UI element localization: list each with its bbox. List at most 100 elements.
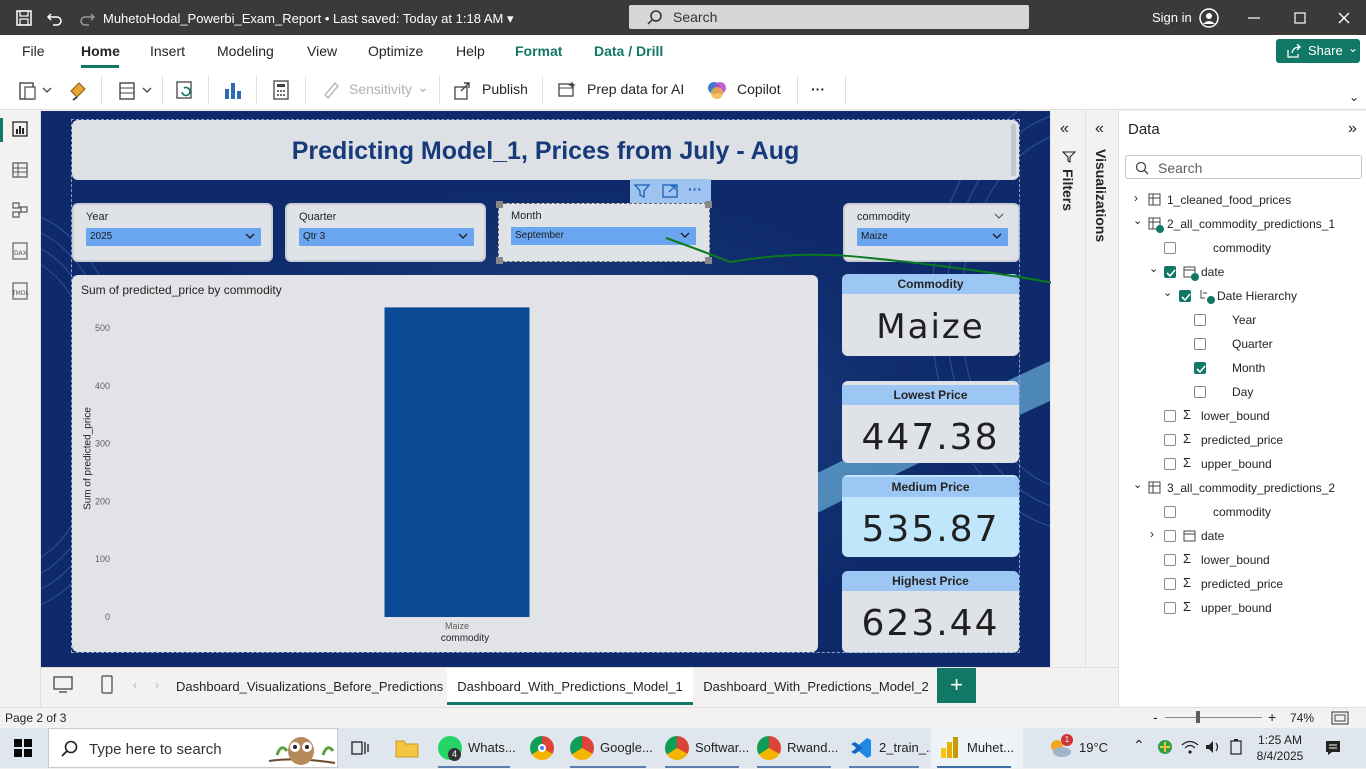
field-commodity[interactable]: commodity [1119, 237, 1366, 259]
ribbon-collapse-icon[interactable]: ⌄ [1349, 90, 1359, 104]
field-checkbox[interactable] [1164, 458, 1176, 470]
copilot-icon[interactable] [706, 79, 728, 101]
format-painter-icon[interactable] [67, 79, 89, 101]
next-page-icon[interactable]: › [155, 678, 159, 692]
tab-modeling[interactable]: Modeling [217, 43, 274, 59]
account-icon[interactable] [1199, 8, 1219, 28]
title-search-box[interactable]: Search [629, 5, 1029, 29]
field-checkbox[interactable] [1194, 314, 1206, 326]
get-data-icon[interactable] [117, 79, 155, 101]
field-checkbox[interactable] [1164, 602, 1176, 614]
expand-filters-icon[interactable]: « [1060, 120, 1069, 138]
field-checkbox[interactable] [1164, 554, 1176, 566]
taskbar-app-rwanda[interactable]: Rwand... [751, 728, 843, 768]
paste-icon[interactable] [17, 79, 55, 101]
window-title[interactable]: MuhetoHodal_Powerbi_Exam_Report • Last s… [103, 11, 513, 27]
tab-optimize[interactable]: Optimize [368, 43, 423, 59]
taskbar-app-google[interactable]: Google... [564, 728, 659, 768]
clock-date[interactable]: 8/4/2025 [1256, 749, 1304, 763]
field-checkbox[interactable] [1164, 242, 1176, 254]
publish-button[interactable]: Publish [482, 81, 528, 97]
field-commodity-2[interactable]: commodity [1119, 501, 1366, 523]
field-checkbox-checked[interactable] [1164, 266, 1176, 278]
tab-data-drill[interactable]: Data / Drill [594, 43, 663, 59]
battery-icon[interactable] [1229, 739, 1243, 755]
field-predicted-price[interactable]: Σ predicted_price [1119, 429, 1366, 451]
page-tab-2[interactable]: Dashboard_With_Predictions_Model_1 [447, 668, 693, 705]
undo-icon[interactable] [45, 8, 65, 28]
task-view-icon[interactable] [350, 738, 370, 758]
field-checkbox[interactable] [1164, 410, 1176, 422]
field-month[interactable]: Month [1119, 357, 1366, 379]
expand-visualizations-icon[interactable]: « [1095, 120, 1104, 138]
field-checkbox[interactable] [1164, 434, 1176, 446]
report-canvas[interactable]: Predicting Model_1, Prices from July - A… [41, 111, 1050, 667]
refresh-icon[interactable] [174, 79, 196, 101]
save-icon[interactable] [14, 8, 34, 28]
prev-page-icon[interactable]: ‹ [133, 678, 137, 692]
field-checkbox[interactable] [1164, 506, 1176, 518]
taskbar-app-powerbi[interactable]: Muhet... [931, 728, 1023, 768]
tab-file[interactable]: File [22, 43, 45, 59]
field-checkbox-checked[interactable] [1194, 362, 1206, 374]
chevron-right-icon[interactable]: › [1150, 527, 1154, 541]
table-view-icon[interactable] [11, 161, 29, 179]
model-view-icon[interactable] [11, 201, 29, 219]
calculator-icon[interactable] [270, 79, 292, 101]
field-checkbox[interactable] [1164, 530, 1176, 542]
field-date-2[interactable]: › date [1119, 525, 1366, 547]
redo-icon[interactable] [77, 8, 97, 28]
weather-icon[interactable]: 1 [1047, 734, 1073, 760]
volume-icon[interactable] [1204, 739, 1222, 755]
field-checkbox[interactable] [1194, 386, 1206, 398]
field-year[interactable]: Year [1119, 309, 1366, 331]
field-quarter[interactable]: Quarter [1119, 333, 1366, 355]
new-visual-icon[interactable] [222, 79, 244, 101]
mobile-layout-icon[interactable] [100, 675, 114, 695]
tab-home[interactable]: Home [81, 43, 120, 59]
add-page-button[interactable]: + [937, 668, 976, 703]
tab-view[interactable]: View [307, 43, 337, 59]
chevron-down-icon[interactable]: ⌄ [1133, 214, 1142, 227]
share-button[interactable]: Share ⌄ [1276, 39, 1360, 63]
field-lower-bound-2[interactable]: Σ lower_bound [1119, 549, 1366, 571]
filters-pane-collapsed[interactable]: « Filters [1051, 111, 1085, 707]
page-tab-3[interactable]: Dashboard_With_Predictions_Model_2 [700, 668, 932, 705]
close-icon[interactable] [1334, 8, 1354, 28]
fit-to-page-icon[interactable] [1331, 711, 1349, 725]
file-explorer-icon[interactable] [395, 737, 419, 759]
chevron-right-icon[interactable]: › [1134, 191, 1138, 205]
field-lower-bound[interactable]: Σ lower_bound [1119, 405, 1366, 427]
zoom-slider-thumb[interactable] [1196, 711, 1200, 723]
taskbar-app-chrome[interactable] [524, 728, 560, 768]
field-date[interactable]: ⌄ date [1119, 261, 1366, 283]
collapse-data-pane-icon[interactable]: » [1348, 120, 1357, 138]
taskbar-app-whatsapp[interactable]: 4 Whats... [432, 728, 522, 768]
field-date-hierarchy[interactable]: ⌄ Date Hierarchy [1119, 285, 1366, 307]
prep-data-for-ai-button[interactable]: Prep data for AI [587, 81, 684, 97]
field-predicted-price-2[interactable]: Σ predicted_price [1119, 573, 1366, 595]
field-checkbox[interactable] [1194, 338, 1206, 350]
desktop-layout-icon[interactable] [52, 675, 74, 695]
maximize-icon[interactable] [1290, 8, 1310, 28]
show-hidden-icons-icon[interactable]: ⌃ [1133, 737, 1145, 754]
table-3-all-commodity-predictions-2[interactable]: ⌄ 3_all_commodity_predictions_2 [1119, 477, 1366, 499]
more-options-button[interactable]: ··· [811, 81, 825, 97]
tab-format[interactable]: Format [515, 43, 562, 59]
chevron-down-icon[interactable]: ⌄ [1149, 262, 1158, 275]
page-tab-1[interactable]: Dashboard_Visualizations_Before_Predicti… [176, 668, 443, 705]
zoom-out-button[interactable]: - [1153, 709, 1158, 725]
chevron-down-icon[interactable]: ⌄ [1163, 286, 1172, 299]
field-day[interactable]: Day [1119, 381, 1366, 403]
taskbar-search-box[interactable]: Type here to search [48, 728, 338, 768]
table-2-all-commodity-predictions-1[interactable]: ⌄ 2_all_commodity_predictions_1 [1119, 213, 1366, 235]
copilot-button[interactable]: Copilot [737, 81, 781, 97]
data-search-input[interactable]: Search [1125, 155, 1362, 179]
zoom-slider[interactable] [1165, 717, 1262, 718]
field-checkbox[interactable] [1164, 578, 1176, 590]
minimize-icon[interactable] [1244, 8, 1264, 28]
security-shield-icon[interactable] [1157, 739, 1173, 755]
dax-query-icon[interactable]: DAX [10, 241, 30, 261]
notification-center-icon[interactable] [1324, 739, 1342, 757]
windows-start-icon[interactable] [14, 739, 32, 757]
